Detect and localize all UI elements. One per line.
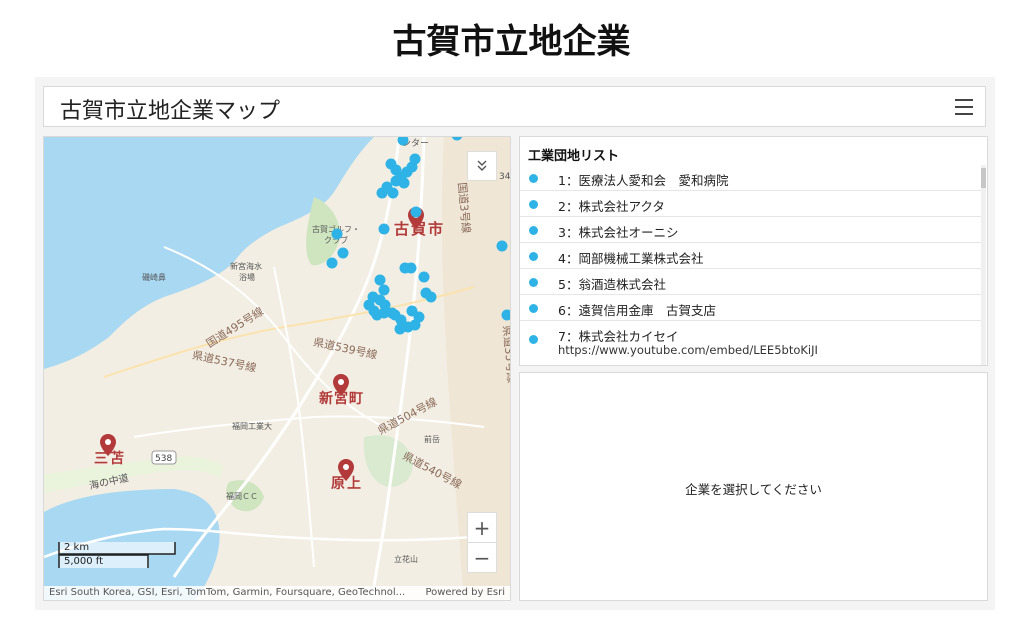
company-list[interactable]: 1：医療法人愛和会 愛和病院 2：株式会社アクタ 3：株式会社オーニシ 4：岡部… xyxy=(520,165,987,365)
industrial-park-list-panel: 工業団地リスト 1：医療法人愛和会 愛和病院 2：株式会社アクタ 3：株式会社オ… xyxy=(519,136,988,366)
list-item[interactable]: 4：岡部機械工業株式会社 xyxy=(520,243,982,269)
poi-fukuoka-cc: 福岡ＣＣ xyxy=(226,492,258,501)
company-marker[interactable] xyxy=(378,223,390,235)
marker-dot-icon xyxy=(529,335,538,344)
city-label-miko: 三苫 xyxy=(94,450,126,467)
map-canvas[interactable]: 国道495号線 県道537号線 県道539号線 県道504号線 県道540号線 … xyxy=(44,137,511,601)
company-marker[interactable] xyxy=(398,177,410,189)
zoom-controls: + − xyxy=(467,512,497,573)
company-marker[interactable] xyxy=(387,187,399,199)
scale-bar: 2 km 5,000 ft xyxy=(58,539,176,571)
scrollbar-thumb[interactable] xyxy=(981,168,986,188)
marker-dot-icon xyxy=(529,226,538,235)
list-item-label: 6：遠賀信用金庫 古賀支店 xyxy=(558,303,716,318)
list-item-label: 2：株式会社アクタ xyxy=(558,199,665,214)
detail-placeholder-text: 企業を選択してください xyxy=(685,482,822,497)
collapse-chevron-button[interactable] xyxy=(467,151,497,181)
company-marker[interactable] xyxy=(326,257,338,269)
company-detail-panel: 企業を選択してください xyxy=(519,372,988,601)
scale-metric-label: 2 km xyxy=(64,542,90,553)
poi-isozaki: 磯崎鼻 xyxy=(142,272,166,282)
list-item[interactable]: 1：医療法人愛和会 愛和病院 xyxy=(520,165,982,191)
hamburger-menu-icon[interactable] xyxy=(955,99,973,115)
company-marker[interactable] xyxy=(379,299,391,311)
poi-tachibana: 立花山 xyxy=(394,554,418,564)
marker-dot-icon xyxy=(529,200,538,209)
list-item[interactable]: 7：株式会社カイセイ https://www.youtube.com/embed/… xyxy=(520,321,982,361)
zoom-out-button[interactable]: − xyxy=(468,543,496,572)
company-marker[interactable] xyxy=(331,228,343,240)
list-item-label: 5：翁酒造株式会社 xyxy=(558,277,666,292)
zoom-in-button[interactable]: + xyxy=(468,513,496,542)
city-label-shingu: 新宮町 xyxy=(319,390,364,407)
city-label-harugami: 原上 xyxy=(331,476,363,492)
list-item-url: https://www.youtube.com/embed/LEE5btoKiJ… xyxy=(558,343,818,357)
powered-by-esri-link[interactable]: Powered by Esri xyxy=(425,587,505,598)
company-marker[interactable] xyxy=(496,240,508,252)
marker-dot-icon xyxy=(529,252,538,261)
company-marker[interactable] xyxy=(418,271,430,283)
route-shield-label: 538 xyxy=(155,454,172,464)
marker-dot-icon xyxy=(529,304,538,313)
attribution-text[interactable]: Esri South Korea, GSI, Esri, TomTom, Gar… xyxy=(49,587,419,598)
company-marker[interactable] xyxy=(405,262,417,274)
company-marker[interactable] xyxy=(378,284,390,296)
marker-dot-icon xyxy=(529,174,538,183)
list-item-label: 4：岡部機械工業株式会社 xyxy=(558,251,704,266)
scale-imperial-label: 5,000 ft xyxy=(64,556,104,567)
company-marker[interactable] xyxy=(376,187,388,199)
map-attribution: Esri South Korea, GSI, Esri, TomTom, Gar… xyxy=(44,586,510,600)
list-title: 工業団地リスト xyxy=(528,149,620,164)
list-scrollbar[interactable] xyxy=(981,165,986,365)
app-frame: 古賀市立地企業マップ 国道495号線 県道537号線 県道539号線 県道504… xyxy=(35,77,995,610)
poi-maeda: 前岳 xyxy=(424,434,440,444)
company-marker[interactable] xyxy=(337,247,349,259)
page-title: 古賀市立地企業 xyxy=(392,22,631,62)
list-item[interactable]: 6：遠賀信用金庫 古賀支店 xyxy=(520,295,982,321)
poi-shinguhama-2: 浴場 xyxy=(239,272,255,282)
city-label-koga: 古賀市 xyxy=(394,220,445,238)
chevron-double-down-icon xyxy=(477,160,487,171)
list-item[interactable]: 3：株式会社オーニシ xyxy=(520,217,982,243)
company-marker[interactable] xyxy=(409,153,421,165)
list-item[interactable]: 2：株式会社アクタ xyxy=(520,191,982,217)
poi-shinguhama-1: 新宮海水 xyxy=(230,261,262,271)
company-marker[interactable] xyxy=(425,291,437,303)
app-title: 古賀市立地企業マップ xyxy=(60,99,281,124)
list-item-label: 3：株式会社オーニシ xyxy=(558,225,679,240)
marker-dot-icon xyxy=(529,278,538,287)
map-view[interactable]: 国道495号線 県道537号線 県道539号線 県道504号線 県道540号線 … xyxy=(43,136,511,601)
list-item-label: 1：医療法人愛和会 愛和病院 xyxy=(558,173,729,188)
company-marker[interactable] xyxy=(410,206,422,218)
poi-fukuoka-kodai: 福岡工業大 xyxy=(232,421,272,431)
list-item[interactable]: 5：翁酒造株式会社 xyxy=(520,269,982,295)
company-marker[interactable] xyxy=(374,274,386,286)
app-header: 古賀市立地企業マップ xyxy=(43,86,986,127)
poi-num34: 34 xyxy=(499,172,511,182)
company-marker[interactable] xyxy=(394,323,406,335)
